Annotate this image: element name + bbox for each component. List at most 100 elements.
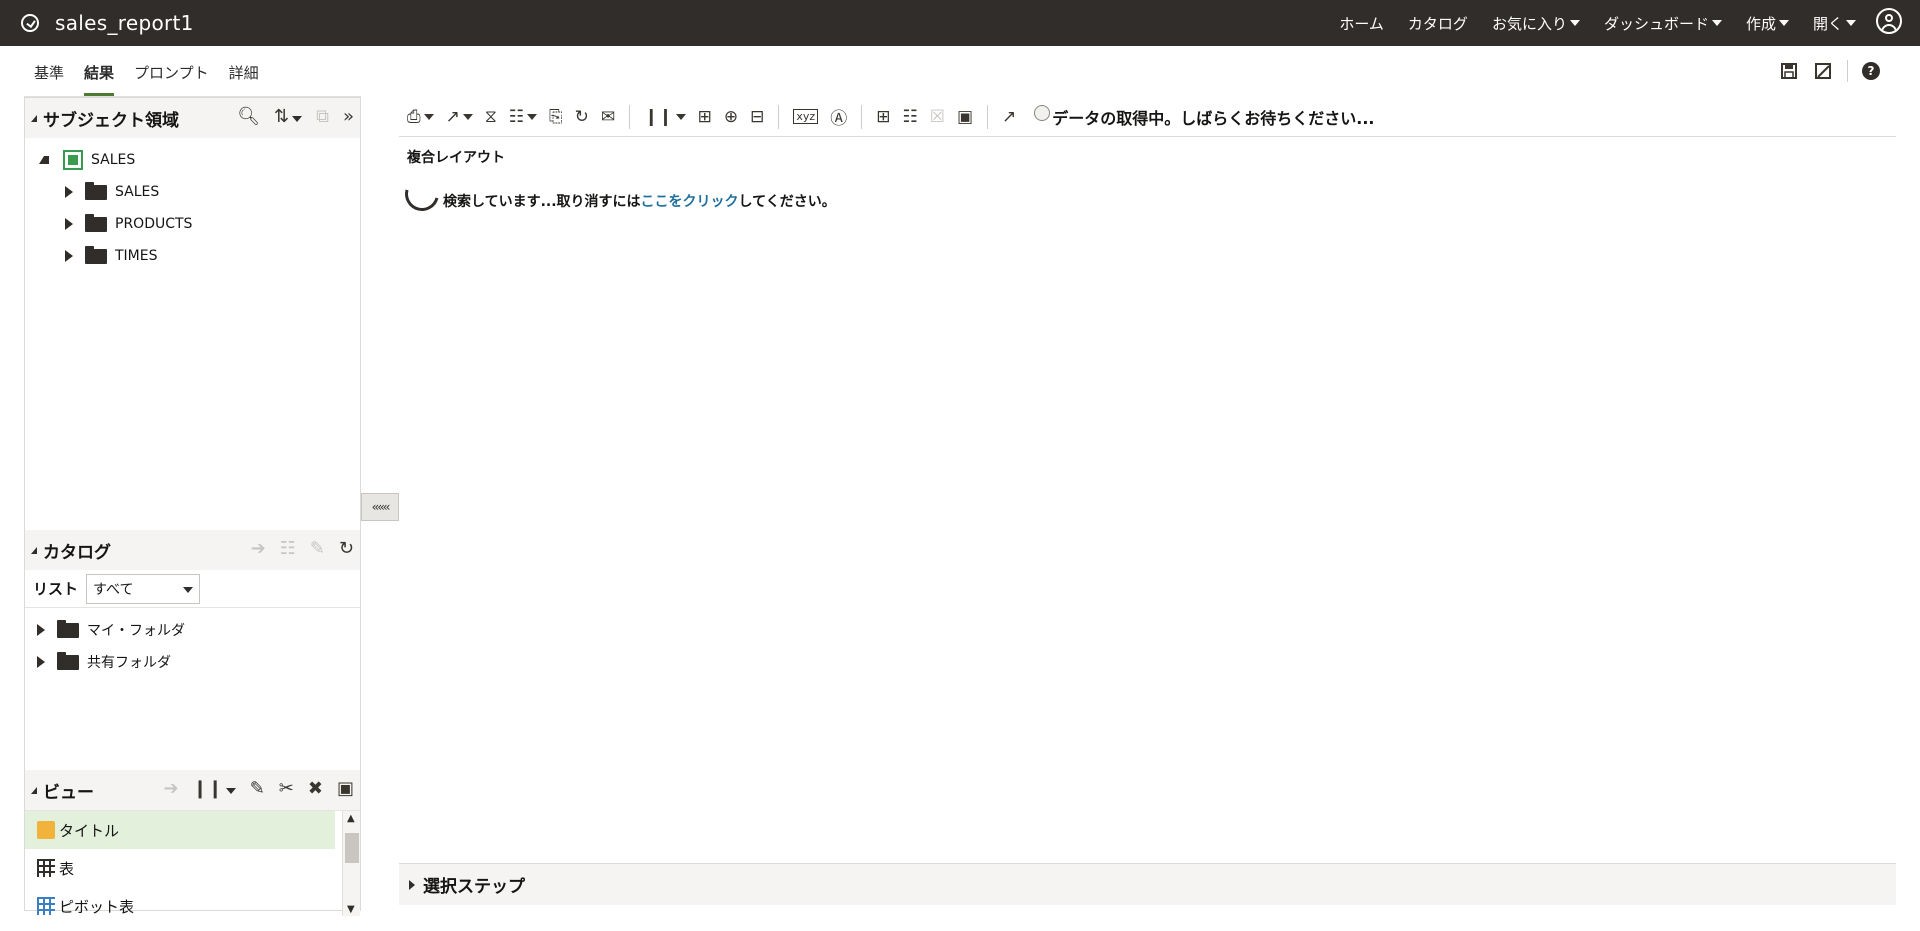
compound-layout-title: 複合レイアウト <box>407 150 505 166</box>
new-view-icon[interactable]: ❙❙ <box>644 107 686 127</box>
rename-view-icon[interactable]: ✂ <box>279 778 294 799</box>
nav-create[interactable]: 作成 <box>1746 13 1789 34</box>
delete-view-icon[interactable]: ✖ <box>308 778 323 799</box>
views-title: ビュー <box>43 782 94 803</box>
app-navigation-icon[interactable] <box>21 14 39 32</box>
add-calc-item-icon[interactable]: ⊞ <box>698 107 712 127</box>
title-view-icon <box>37 821 55 839</box>
schedule-icon[interactable]: ⧖ <box>485 107 497 127</box>
expand-icon[interactable] <box>65 218 73 230</box>
save-as-icon[interactable] <box>1813 61 1833 81</box>
expand-icon[interactable] <box>65 186 73 198</box>
selection-steps-bar[interactable]: 選択ステップ <box>399 863 1896 905</box>
collapse-left-panel-handle[interactable]: ‹‹‹‹‹‹ <box>361 493 399 521</box>
nav-dashboard[interactable]: ダッシュボード <box>1604 13 1722 34</box>
folder-icon <box>85 181 107 200</box>
print-preview-icon[interactable]: ⎘ <box>549 107 563 127</box>
xyz-icon[interactable]: xyz <box>793 109 819 124</box>
expand-icon[interactable] <box>37 656 45 668</box>
expand-icon[interactable] <box>409 879 415 890</box>
view-properties-icon[interactable]: ▣ <box>337 778 354 799</box>
scroll-thumb[interactable] <box>345 833 359 863</box>
refresh-icon[interactable]: ↻ <box>575 107 589 127</box>
email-icon[interactable]: ✉ <box>601 107 615 127</box>
subject-area-icon <box>63 150 83 170</box>
add-group-icon[interactable]: ⊕ <box>724 107 738 127</box>
nav-open[interactable]: 開く <box>1813 13 1856 34</box>
new-view-icon[interactable]: ❙❙ <box>193 778 236 799</box>
search-icon[interactable]: 🔍︎ <box>237 106 260 127</box>
left-panel: サブジェクト領域 🔍︎ ⇅ ⧉ » SALES SALES PRODUCTS T… <box>24 97 361 916</box>
editor-actions: ? <box>1779 60 1880 82</box>
views-header: ビュー ➔ ❙❙ ✎ ✂ ✖ ▣ <box>25 770 360 810</box>
catalog-header: カタログ ➔ ☷ ✎ ↻ <box>25 530 360 570</box>
views-scrollbar[interactable]: ▲ ▼ <box>342 811 360 916</box>
sort-icon[interactable]: ⇅ <box>274 106 303 127</box>
views-list: タイトル 表 ピボット表 ▲ ▼ <box>25 810 360 916</box>
tab-results[interactable]: 結果 <box>84 62 115 96</box>
views-section: ビュー ➔ ❙❙ ✎ ✂ ✖ ▣ タイトル 表 ピボット表 ▲ ▼ <box>25 770 360 916</box>
nav-catalog[interactable]: カタログ <box>1408 13 1468 34</box>
loading-message: データの取得中。しばらくお待ちください... <box>1034 104 1375 129</box>
editor-tabs: 基準 結果 プロンプト 詳細 <box>34 62 259 96</box>
top-bar: sales_report1 ホーム カタログ お気に入り ダッシュボード 作成 … <box>0 0 1920 46</box>
nav-favorites[interactable]: お気に入り <box>1492 13 1580 34</box>
chevron-down-icon <box>1846 20 1856 26</box>
scroll-up-icon[interactable]: ▲ <box>347 813 355 824</box>
nav-home[interactable]: ホーム <box>1339 13 1384 34</box>
view-item-title[interactable]: タイトル <box>25 811 335 849</box>
user-avatar-icon[interactable] <box>1876 8 1902 34</box>
rename-icon[interactable]: ▣ <box>957 107 973 127</box>
collapse-icon[interactable] <box>31 786 37 794</box>
print-icon[interactable]: ⎙ <box>407 107 434 127</box>
add-table-icon[interactable]: ⊟ <box>750 107 764 127</box>
cancel-search-link[interactable]: ここをクリック <box>641 191 739 211</box>
pivot-table-view-icon <box>37 897 55 915</box>
searching-status: 検索しています...取り消すには ここをクリック してください。 <box>398 170 836 218</box>
help-icon[interactable]: ? <box>1862 62 1880 80</box>
save-icon[interactable] <box>1779 61 1799 81</box>
add-arrow-icon: ➔ <box>250 538 266 559</box>
insert-layout-icon[interactable]: ⊞ <box>876 107 890 127</box>
edit-pencil-icon: ✎ <box>309 538 325 559</box>
add-view-arrow-icon: ➔ <box>163 778 179 799</box>
results-area: ⎙ ↗ ⧖ ☷ ⎘ ↻ ✉ ❙❙ ⊞ ⊕ ⊟ xyz Ⓐ ⊞ ☷ ☒ ▣ ↗ デ… <box>398 97 1896 911</box>
tree-item-root[interactable]: SALES <box>25 144 360 176</box>
tab-advanced[interactable]: 詳細 <box>229 62 259 96</box>
folder-icon <box>85 245 107 264</box>
subject-area-header: サブジェクト領域 🔍︎ ⇅ ⧉ » <box>25 98 360 138</box>
catalog-list-filter: リスト すべて <box>25 570 360 608</box>
tree-item-products[interactable]: PRODUCTS <box>25 208 360 240</box>
merge-icon[interactable]: ☷ <box>902 107 917 127</box>
catalog-tree: マイ・フォルダ 共有フォルダ <box>25 608 360 678</box>
collapse-icon[interactable] <box>31 546 37 554</box>
tab-prompts[interactable]: プロンプト <box>134 62 209 96</box>
properties-icon[interactable]: ↗ <box>1002 107 1016 127</box>
expand-panel-icon[interactable]: » <box>343 106 354 127</box>
view-item-table[interactable]: 表 <box>25 849 335 887</box>
refresh-icon[interactable]: ↻ <box>339 538 354 559</box>
edit-view-icon[interactable]: ✎ <box>250 778 265 799</box>
folder-icon <box>57 619 79 638</box>
collapse-icon[interactable] <box>31 114 37 122</box>
expand-icon[interactable] <box>65 250 73 262</box>
expanded-icon[interactable] <box>39 156 49 164</box>
tree-item-my-folders[interactable]: マイ・フォルダ <box>25 614 360 646</box>
scroll-down-icon[interactable]: ▼ <box>347 904 355 915</box>
chevron-down-icon <box>183 586 194 593</box>
report-title: sales_report1 <box>55 11 194 35</box>
tab-criteria[interactable]: 基準 <box>34 62 64 96</box>
refresh-subject-icon: ⧉ <box>316 106 329 127</box>
folder-icon <box>85 213 107 232</box>
expand-icon[interactable] <box>37 624 45 636</box>
list-select[interactable]: すべて <box>86 573 201 604</box>
tree-item-shared-folders[interactable]: 共有フォルダ <box>25 646 360 678</box>
view-item-pivot-table[interactable]: ピボット表 <box>25 887 335 916</box>
show-data-icon[interactable]: ☷ <box>509 107 538 127</box>
export-icon[interactable]: ↗ <box>446 107 473 127</box>
catalog-title: カタログ <box>43 542 111 563</box>
tree-item-times[interactable]: TIMES <box>25 240 360 272</box>
tree-item-sales[interactable]: SALES <box>25 176 360 208</box>
subject-area-tree: SALES SALES PRODUCTS TIMES <box>25 138 360 272</box>
text-icon[interactable]: Ⓐ <box>830 104 847 129</box>
